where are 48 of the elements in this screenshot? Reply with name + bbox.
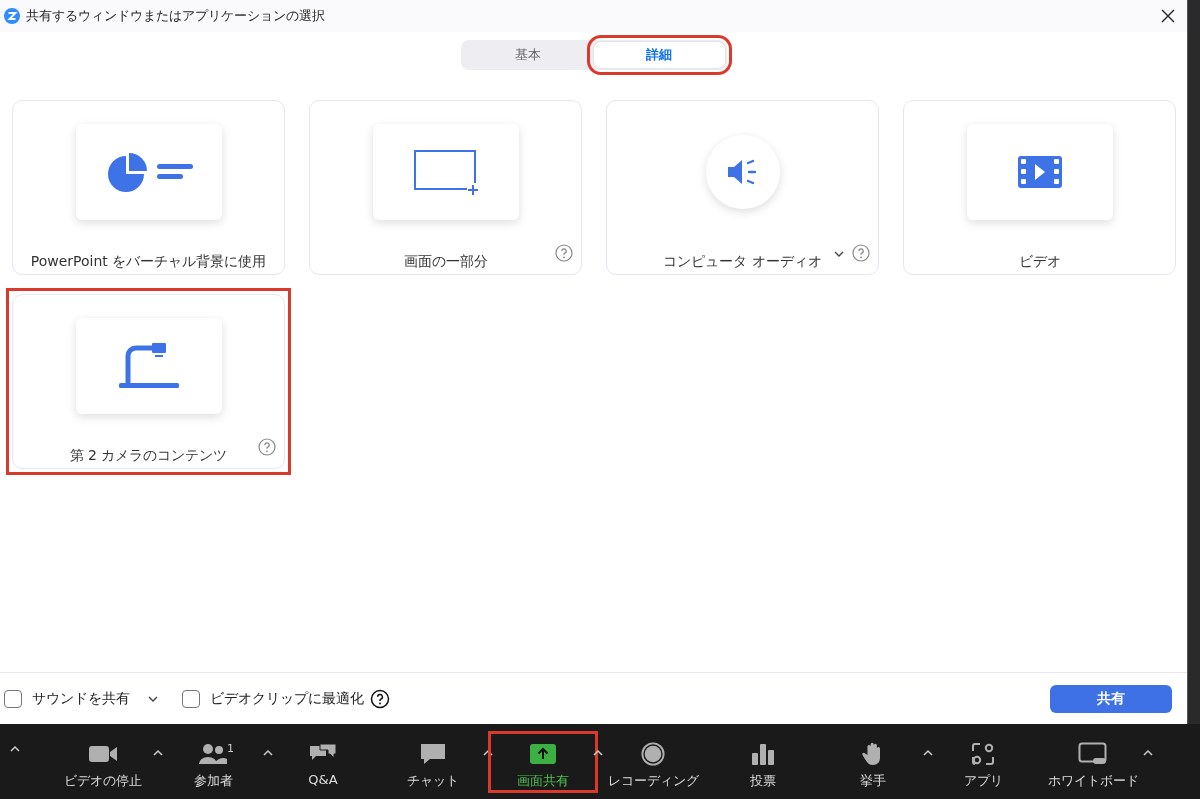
option-label: 画面の一部分	[403, 253, 488, 271]
option-label: コンピュータ オーディオ	[663, 253, 822, 271]
share-option-card[interactable]: ビデオ	[903, 100, 1176, 275]
people-icon	[198, 741, 228, 766]
toolbar-button[interactable]: 投票	[750, 741, 776, 790]
option-label: PowerPoint をバーチャル背景に使用	[30, 253, 267, 271]
help-icon[interactable]	[370, 688, 390, 709]
tab[interactable]: 基本	[462, 42, 594, 68]
toolbar-button[interactable]: 画面共有	[517, 741, 569, 790]
document-camera-icon	[117, 342, 180, 390]
chevron-down-icon[interactable]	[148, 694, 158, 703]
caret-up-icon[interactable]	[593, 748, 603, 756]
record-icon	[640, 741, 666, 766]
close-icon	[1160, 8, 1176, 24]
share-button[interactable]: 共有	[1050, 684, 1172, 713]
checkbox[interactable]	[182, 689, 200, 708]
toolbar-button[interactable]: チャット	[407, 741, 459, 790]
caret-up-icon[interactable]	[153, 748, 163, 756]
checkbox-label: ビデオクリップに最適化	[210, 689, 364, 708]
caret-up-icon[interactable]	[263, 748, 273, 756]
caret-up-icon[interactable]	[10, 745, 20, 752]
chevron-down-icon[interactable]	[834, 250, 844, 258]
toolbar-button[interactable]: 挙手	[860, 741, 886, 790]
checkbox-label: サウンドを共有	[32, 689, 130, 708]
toolbar-button[interactable]: Q&A	[308, 741, 338, 787]
toolbar-button[interactable]: アプリ	[963, 741, 1003, 790]
app-logo-icon	[4, 8, 20, 24]
speech-bubble-icon	[419, 741, 447, 766]
caret-up-icon[interactable]	[1143, 748, 1153, 756]
apps-icon	[971, 741, 995, 766]
share-option-card[interactable]: コンピュータ オーディオ	[606, 100, 879, 275]
checkbox[interactable]	[4, 689, 22, 708]
option-label: 第 2 カメラのコンテンツ	[69, 447, 228, 465]
option-label: ビデオ	[1018, 253, 1061, 271]
share-option-card[interactable]: 画面の一部分	[309, 100, 582, 275]
window-title: 共有するウィンドウまたはアプリケーションの選択	[26, 7, 326, 25]
share-option-card[interactable]: PowerPoint をバーチャル背景に使用	[12, 100, 285, 275]
bar-chart-icon	[751, 741, 775, 766]
caret-up-icon[interactable]	[923, 748, 933, 756]
share-option-card[interactable]: 第 2 カメラのコンテンツ	[12, 294, 285, 469]
film-play-icon	[1016, 155, 1063, 189]
whiteboard-icon	[1078, 741, 1108, 766]
toolbar-button[interactable]: ホワイトボード	[1047, 741, 1139, 790]
toolbar-button[interactable]: レコーディング	[607, 741, 699, 790]
screen-region-icon	[412, 149, 479, 195]
toolbar-button[interactable]: ビデオの停止	[64, 741, 142, 790]
caret-up-icon[interactable]	[483, 748, 493, 756]
participant-count: 1	[227, 741, 234, 755]
